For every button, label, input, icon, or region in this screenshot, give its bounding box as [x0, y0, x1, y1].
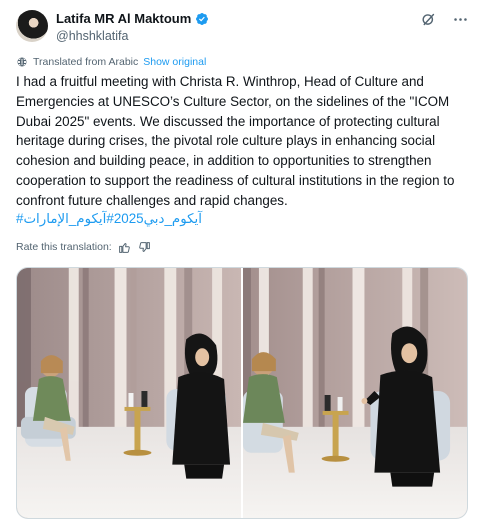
avatar[interactable]	[16, 10, 48, 42]
media-grid	[16, 267, 468, 519]
show-original-link[interactable]: Show original	[143, 56, 206, 68]
hashtags: #آيكوم_دبي2025​#آيكوم_الإمارات	[16, 209, 202, 229]
more-icon[interactable]	[451, 10, 469, 28]
name-row: Latifa MR Al Maktoum	[56, 10, 469, 27]
rate-translation: Rate this translation:	[16, 240, 152, 254]
author-name[interactable]: Latifa MR Al Maktoum	[56, 11, 191, 26]
meeting-photo-left[interactable]	[17, 268, 241, 518]
translate-icon	[17, 57, 27, 67]
rate-translation-label: Rate this translation:	[16, 241, 112, 253]
tweet-header: Latifa MR Al Maktoum @hhshklatifa	[56, 10, 469, 44]
hashtag-link[interactable]: #آيكوم_الإمارات	[23, 211, 113, 226]
thumbs-down-icon[interactable]	[138, 240, 152, 254]
meeting-photo-right[interactable]	[243, 268, 467, 518]
translation-notice-text: Translated from Arabic	[33, 56, 139, 68]
grok-icon[interactable]	[419, 10, 437, 28]
tweet: Latifa MR Al Maktoum @hhshklatifa Transl…	[0, 0, 485, 520]
verified-badge-icon	[196, 12, 209, 25]
translation-notice: Translated from Arabic Show original	[16, 56, 206, 68]
thumbs-up-icon[interactable]	[118, 240, 132, 254]
tweet-text: I had a fruitful meeting with Christa R.…	[16, 74, 455, 208]
header-actions	[419, 10, 469, 28]
author-handle[interactable]: @hhshklatifa	[56, 29, 469, 43]
